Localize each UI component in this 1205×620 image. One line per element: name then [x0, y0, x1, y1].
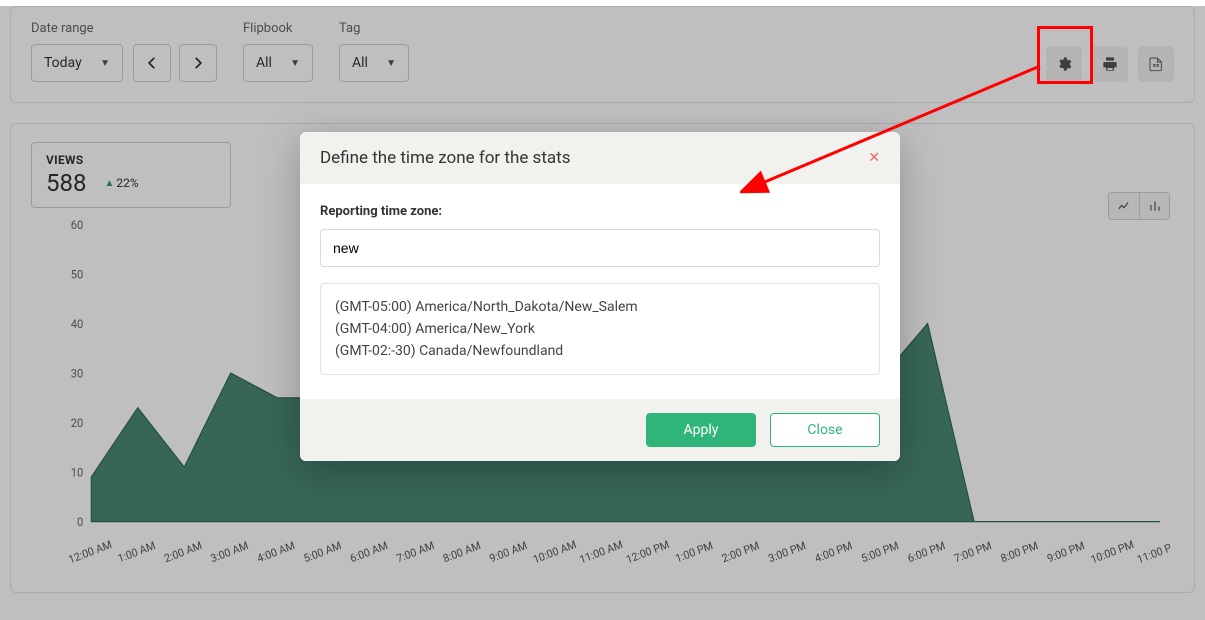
modal-close-button[interactable]: ✕	[868, 150, 880, 166]
flipbook-value: All	[256, 55, 272, 71]
svg-text:40: 40	[71, 317, 83, 331]
views-label: VIEWS	[46, 153, 216, 167]
svg-text:1:00 AM: 1:00 AM	[116, 539, 157, 564]
svg-text:5:00 AM: 5:00 AM	[302, 539, 343, 564]
date-range-dropdown[interactable]: Today ▼	[31, 44, 123, 82]
svg-text:6:00 AM: 6:00 AM	[348, 539, 389, 564]
gear-icon	[1056, 56, 1072, 72]
svg-text:6:00 PM: 6:00 PM	[906, 539, 947, 564]
modal-header: Define the time zone for the stats ✕	[300, 132, 900, 184]
timezone-field-label: Reporting time zone:	[320, 204, 880, 219]
close-button[interactable]: Close	[770, 413, 880, 447]
svg-text:8:00 PM: 8:00 PM	[999, 539, 1040, 564]
svg-text:10:00 AM: 10:00 AM	[531, 538, 578, 564]
svg-text:4:00 PM: 4:00 PM	[813, 539, 854, 564]
bar-chart-icon	[1148, 199, 1162, 213]
svg-text:3:00 PM: 3:00 PM	[767, 539, 808, 564]
flipbook-field: Flipbook All ▼	[243, 21, 313, 82]
tag-label: Tag	[339, 21, 409, 36]
modal-title: Define the time zone for the stats	[320, 148, 570, 168]
next-button[interactable]	[179, 44, 217, 82]
chevron-left-icon	[145, 56, 159, 70]
settings-button[interactable]	[1046, 46, 1082, 82]
svg-text:4:00 AM: 4:00 AM	[255, 539, 296, 564]
export-excel-button[interactable]	[1138, 46, 1174, 82]
svg-text:30: 30	[71, 366, 83, 380]
prev-button[interactable]	[133, 44, 171, 82]
timezone-options: (GMT-05:00) America/North_Dakota/New_Sal…	[320, 283, 880, 375]
filter-bar: Date range Today ▼ Flipbook	[10, 6, 1195, 103]
timezone-option[interactable]: (GMT-02:-30) Canada/Newfoundland	[335, 340, 865, 362]
svg-text:8:00 AM: 8:00 AM	[441, 539, 482, 564]
svg-text:10: 10	[71, 465, 83, 479]
svg-text:10:00 PM: 10:00 PM	[1089, 538, 1136, 564]
svg-text:9:00 AM: 9:00 AM	[488, 539, 529, 564]
caret-down-icon: ▼	[290, 58, 300, 69]
svg-text:50: 50	[71, 267, 83, 281]
flipbook-dropdown[interactable]: All ▼	[243, 44, 313, 82]
svg-text:1:00 PM: 1:00 PM	[674, 539, 715, 564]
tag-field: Tag All ▼	[339, 21, 409, 82]
timezone-modal: Define the time zone for the stats ✕ Rep…	[300, 132, 900, 461]
tag-value: All	[352, 55, 368, 71]
views-value: 588	[46, 169, 86, 197]
modal-footer: Apply Close	[300, 399, 900, 461]
svg-text:11:00 PM: 11:00 PM	[1135, 538, 1170, 564]
svg-text:7:00 AM: 7:00 AM	[395, 539, 436, 564]
print-button[interactable]	[1092, 46, 1128, 82]
caret-down-icon: ▼	[100, 58, 110, 69]
apply-button[interactable]: Apply	[646, 413, 756, 447]
svg-text:3:00 AM: 3:00 AM	[209, 539, 250, 564]
svg-text:11:00 AM: 11:00 AM	[578, 538, 625, 564]
trend-up-icon: ▲	[104, 178, 114, 189]
date-range-field: Date range Today ▼	[31, 21, 217, 82]
caret-down-icon: ▼	[386, 58, 396, 69]
svg-text:9:00 PM: 9:00 PM	[1045, 539, 1086, 564]
svg-text:0: 0	[77, 515, 83, 529]
flipbook-label: Flipbook	[243, 21, 313, 36]
date-range-label: Date range	[31, 21, 217, 36]
toolbar-actions	[1046, 46, 1174, 82]
svg-text:2:00 PM: 2:00 PM	[720, 539, 761, 564]
svg-text:5:00 PM: 5:00 PM	[860, 539, 901, 564]
views-stat-card: VIEWS 588 ▲ 22%	[31, 142, 231, 208]
svg-text:60: 60	[71, 218, 83, 232]
timezone-input[interactable]	[320, 229, 880, 267]
svg-text:12:00 AM: 12:00 AM	[67, 538, 114, 564]
line-chart-icon	[1117, 199, 1131, 213]
svg-text:7:00 PM: 7:00 PM	[952, 539, 993, 564]
timezone-option[interactable]: (GMT-05:00) America/North_Dakota/New_Sal…	[335, 296, 865, 318]
date-range-value: Today	[44, 55, 82, 71]
excel-icon	[1148, 56, 1164, 72]
modal-body: Reporting time zone: (GMT-05:00) America…	[300, 184, 900, 399]
date-nav-group	[133, 44, 217, 82]
svg-text:20: 20	[71, 416, 83, 430]
chevron-right-icon	[191, 56, 205, 70]
printer-icon	[1102, 56, 1118, 72]
svg-text:12:00 PM: 12:00 PM	[624, 538, 671, 564]
timezone-option[interactable]: (GMT-04:00) America/New_York	[335, 318, 865, 340]
views-change: ▲ 22%	[104, 176, 138, 190]
tag-dropdown[interactable]: All ▼	[339, 44, 409, 82]
views-change-value: 22%	[116, 176, 138, 190]
svg-text:2:00 AM: 2:00 AM	[163, 539, 204, 564]
